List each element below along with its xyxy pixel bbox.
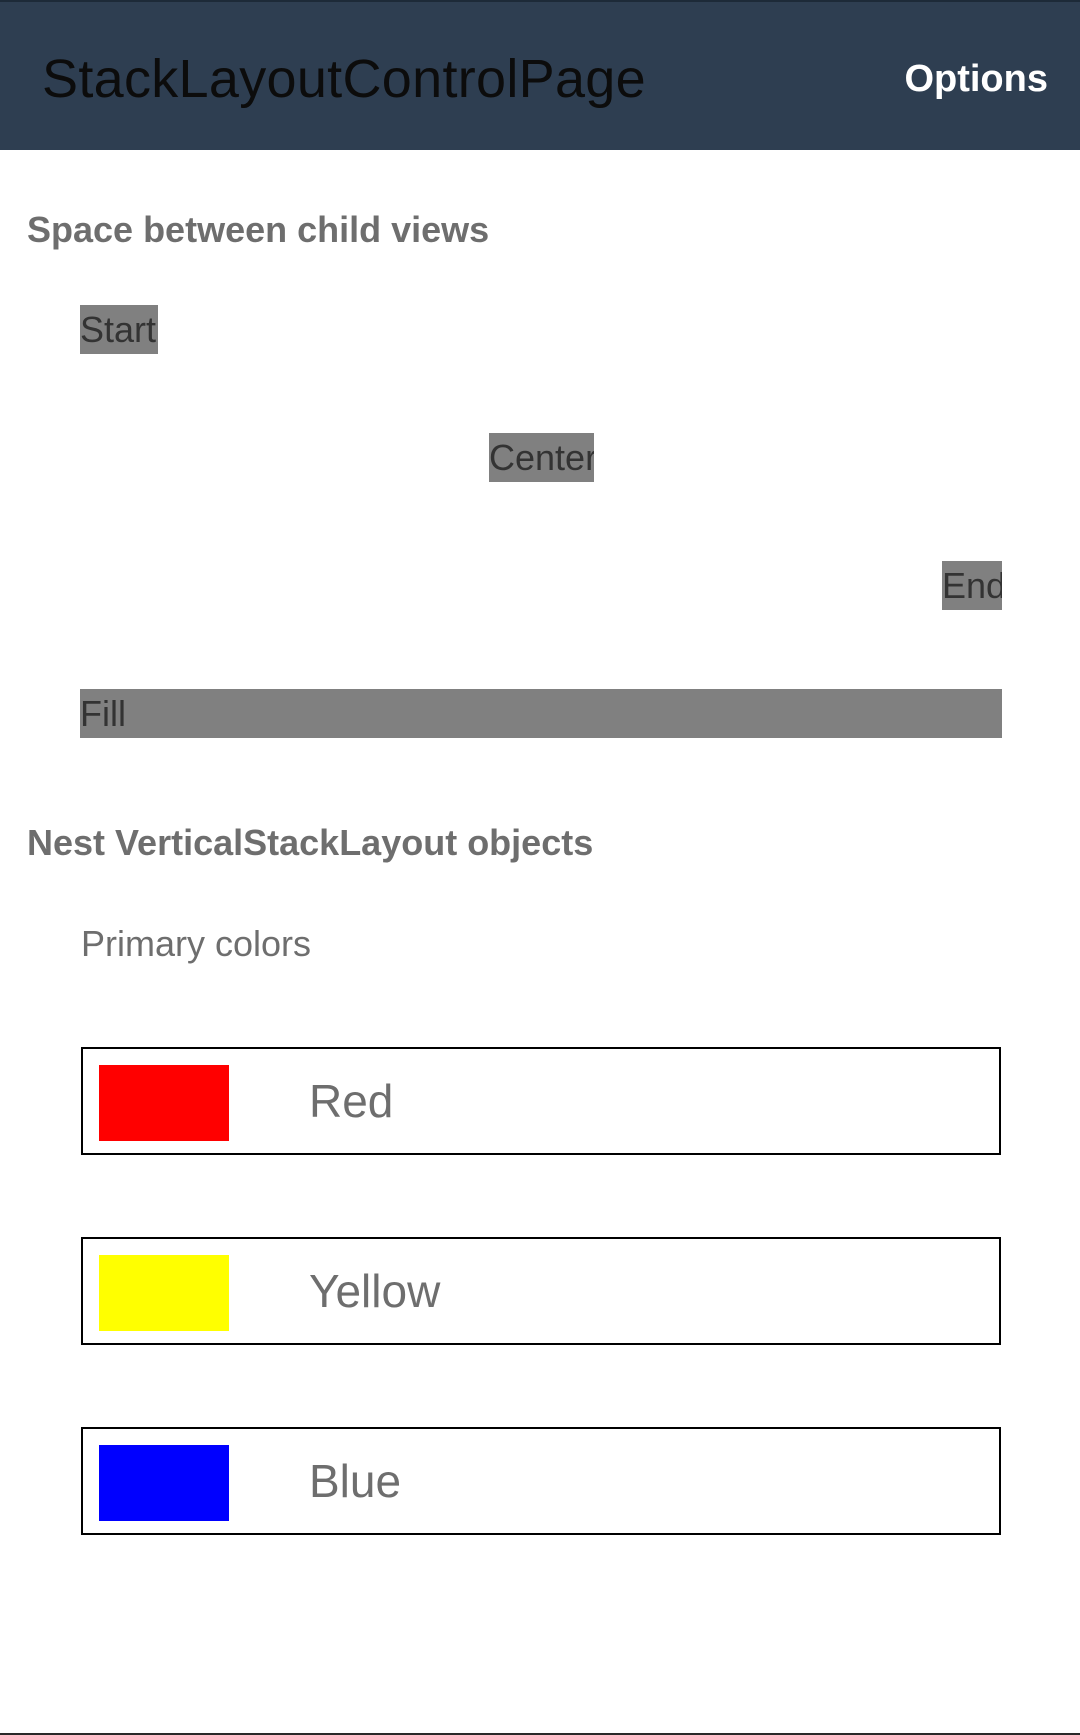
stacklayout-page: StackLayoutControlPage Options Space bet… (0, 0, 1080, 1735)
primary-colors-heading: Primary colors (81, 923, 312, 964)
options-button[interactable]: Options (904, 56, 1048, 102)
center-aligned-label: Center (489, 433, 594, 482)
page-title: StackLayoutControlPage (42, 49, 646, 109)
spacing-section-heading: Space between child views (27, 209, 490, 250)
color-row-red: Red (81, 1047, 1001, 1155)
fill-aligned-label: Fill (80, 689, 1002, 738)
color-row-blue: Blue (81, 1427, 1001, 1535)
color-label-red: Red (309, 1075, 394, 1127)
nesting-section-heading: Nest VerticalStackLayout objects (27, 822, 594, 863)
color-swatch-red (99, 1065, 229, 1141)
start-aligned-label: Start (80, 305, 158, 354)
color-row-yellow: Yellow (81, 1237, 1001, 1345)
color-label-blue: Blue (309, 1455, 402, 1507)
end-aligned-label: End (942, 561, 1002, 610)
color-swatch-yellow (99, 1255, 229, 1331)
color-swatch-blue (99, 1445, 229, 1521)
color-label-yellow: Yellow (309, 1265, 441, 1317)
app-bar: StackLayoutControlPage Options (0, 0, 1080, 150)
